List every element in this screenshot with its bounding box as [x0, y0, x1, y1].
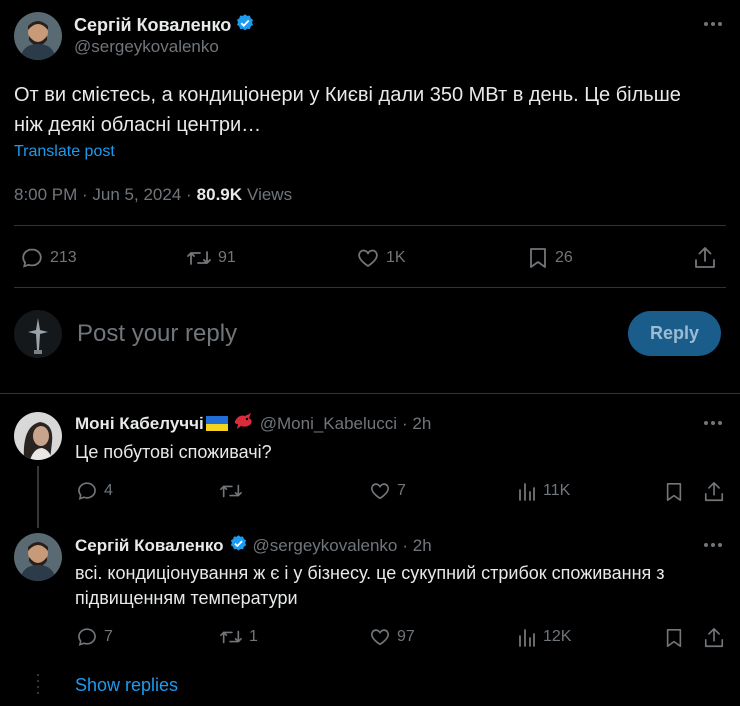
reply-1-avatar[interactable] [14, 412, 62, 460]
reply-1-views-button[interactable]: 11K [517, 480, 570, 502]
reply-icon [78, 628, 96, 646]
reply-2-text-line-2: підвищенням температури [75, 588, 298, 608]
like-count: 1K [386, 249, 406, 266]
reply-1-repost-button[interactable] [219, 480, 249, 502]
author-handle[interactable]: @sergeykovalenko [74, 37, 219, 57]
red-bird-icon [233, 412, 255, 435]
reply-1-text: Це побутові споживачі? [75, 442, 272, 462]
reply-1-views-count: 11K [543, 482, 571, 499]
share-icon [695, 247, 715, 268]
post-text-line-1: От ви смієтесь, а кондиціонери у Києві д… [14, 84, 681, 106]
reply-2-like-count: 97 [397, 628, 415, 645]
reply-2-author-name[interactable]: Сергій Коваленко [75, 536, 224, 556]
views-count: 80.9K [196, 185, 243, 204]
repost-button[interactable]: 91 [186, 246, 236, 270]
repost-count: 91 [218, 249, 236, 266]
divider-top-actions [14, 225, 726, 226]
views-label: Views [247, 185, 293, 204]
show-replies-link[interactable]: Show replies [75, 675, 178, 696]
post-text: От ви смієтесь, а кондиціонери у Києві д… [14, 80, 729, 140]
reply-2-more-options-icon[interactable] [704, 543, 722, 547]
translate-post-link[interactable]: Translate post [14, 143, 115, 161]
heart-icon [371, 629, 389, 646]
post-metadata: 8:00 PM · Jun 5, 2024 · 80.9K Views [14, 185, 292, 205]
reply-2-reply-count: 7 [104, 628, 113, 645]
bookmark-icon [530, 248, 546, 268]
ukraine-flag-icon [205, 416, 228, 431]
more-options-icon[interactable] [704, 22, 722, 26]
verified-badge-icon [235, 13, 255, 38]
reply-1-reply-button[interactable]: 4 [76, 480, 113, 502]
reply-2-reply-button[interactable]: 7 [76, 626, 113, 648]
heart-icon [358, 249, 378, 268]
reply-2-views-count: 12K [543, 628, 572, 645]
repost-icon [187, 251, 211, 265]
reply-2-time[interactable]: · 2h [402, 536, 431, 556]
divider-replies [0, 393, 740, 394]
reply-2-avatar[interactable] [14, 533, 62, 581]
reply-1-more-options-icon[interactable] [704, 421, 722, 425]
post-text-line-2: ніж деякі обласні центри… [14, 114, 262, 136]
reply-1-like-count: 7 [397, 482, 406, 499]
reply-button[interactable]: 213 [20, 246, 77, 270]
like-button[interactable]: 1K [356, 246, 406, 270]
reply-2-repost-button[interactable]: 1 [219, 626, 258, 648]
reply-1-share-icon[interactable] [703, 480, 725, 509]
reply-1-reply-count: 4 [104, 482, 113, 499]
reply-2-repost-count: 1 [249, 628, 258, 645]
heart-icon [371, 483, 389, 500]
views-bar-chart-icon [519, 629, 535, 647]
bookmark-button[interactable]: 26 [527, 246, 573, 270]
current-user-avatar[interactable] [14, 310, 62, 358]
reply-1-author-name[interactable]: Моні Кабелуччі [75, 414, 204, 434]
views-bar-chart-icon [519, 483, 535, 501]
reply-2-author-handle[interactable]: @sergeykovalenko [253, 536, 398, 556]
reply-1-like-button[interactable]: 7 [369, 480, 406, 502]
reply-submit-button[interactable]: Reply [628, 311, 721, 356]
share-button[interactable] [693, 245, 717, 271]
reply-2-text-line-1: всі. кондиціонування ж є і у бізнесу. це… [75, 563, 665, 583]
reply-2-bookmark-icon[interactable] [664, 627, 684, 654]
reply-composer-input[interactable]: Post your reply [77, 320, 237, 348]
verified-badge-icon [229, 534, 248, 558]
reply-1-header: Моні Кабелуччі @Moni_Kabelucci · 2h [75, 412, 431, 435]
divider-composer [14, 287, 726, 288]
repost-icon [220, 630, 242, 644]
reply-2-text: всі. кондиціонування ж є і у бізнесу. це… [75, 561, 725, 611]
author-name[interactable]: Сергій Коваленко [74, 15, 231, 36]
author-name-row: Сергій Коваленко [74, 13, 255, 38]
thread-dots-icon [37, 674, 39, 694]
reply-icon [78, 482, 96, 500]
reply-2-views-button[interactable]: 12K [517, 626, 571, 648]
reply-icon [22, 248, 42, 268]
reply-1-author-handle[interactable]: @Moni_Kabelucci [260, 414, 397, 434]
repost-icon [220, 484, 242, 498]
author-avatar[interactable] [14, 12, 62, 60]
reply-2-like-button[interactable]: 97 [369, 626, 415, 648]
reply-count: 213 [50, 249, 77, 266]
reply-2-share-icon[interactable] [703, 626, 725, 655]
post-timestamp[interactable]: 8:00 PM · Jun 5, 2024 · [14, 185, 192, 205]
reply-2-header: Сергій Коваленко @sergeykovalenko · 2h [75, 534, 432, 558]
reply-1-bookmark-icon[interactable] [664, 481, 684, 508]
reply-1-time[interactable]: · 2h [402, 414, 431, 434]
bookmark-count: 26 [555, 249, 573, 266]
thread-line [37, 466, 39, 528]
